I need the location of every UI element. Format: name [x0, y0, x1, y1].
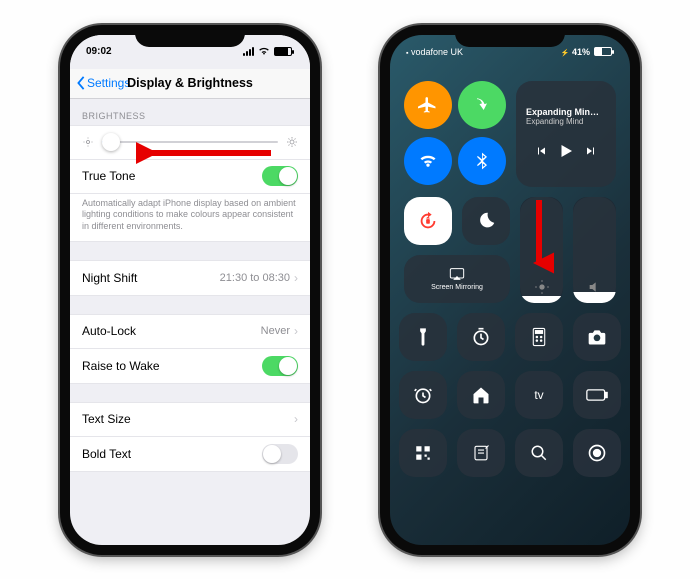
orientation-lock-button[interactable]: [404, 197, 452, 245]
home-button[interactable]: [457, 371, 505, 419]
airplane-mode-button[interactable]: [404, 81, 452, 129]
alarm-button[interactable]: [399, 371, 447, 419]
bold-text-switch[interactable]: [262, 444, 298, 464]
cellular-data-button[interactable]: [458, 81, 506, 129]
apple-tv-button[interactable]: tv: [515, 371, 563, 419]
calculator-button[interactable]: [515, 313, 563, 361]
settings-screen: 09:02 Settings Display & Brightness BRIG…: [70, 35, 310, 545]
night-shift-row[interactable]: Night Shift 21:30 to 08:30›: [70, 261, 310, 295]
true-tone-desc: Automatically adapt iPhone display based…: [70, 194, 310, 241]
prev-icon[interactable]: [535, 145, 547, 157]
phone-frame-control-center: ▪ vodafone UK ⚡ 41% Expanding Min… Expan…: [380, 25, 640, 555]
screen-mirror-label: Screen Mirroring: [431, 284, 483, 291]
media-tile[interactable]: Expanding Min… Expanding Mind: [516, 81, 616, 187]
brightness-slider[interactable]: [102, 132, 278, 152]
sun-bright-icon: [286, 136, 298, 148]
auto-lock-detail: Never›: [261, 324, 298, 338]
media-subtitle: Expanding Mind: [526, 117, 583, 127]
nav-bar: Settings Display & Brightness: [70, 69, 310, 99]
wifi-button[interactable]: [404, 137, 452, 185]
raise-to-wake-label: Raise to Wake: [82, 359, 160, 373]
sun-icon: [534, 279, 550, 295]
night-shift-detail: 21:30 to 08:30›: [220, 271, 298, 285]
text-size-label: Text Size: [82, 412, 131, 426]
night-shift-label: Night Shift: [82, 271, 137, 285]
qr-scan-button[interactable]: [399, 429, 447, 477]
flashlight-button[interactable]: [399, 313, 447, 361]
screen-record-button[interactable]: [573, 429, 621, 477]
bluetooth-button[interactable]: [458, 137, 506, 185]
screen-mirror-icon: [449, 267, 465, 281]
status-right: ⚡ 41%: [561, 47, 612, 57]
bold-text-label: Bold Text: [82, 447, 131, 461]
phone-frame-settings: 09:02 Settings Display & Brightness BRIG…: [60, 25, 320, 555]
true-tone-row: True Tone: [70, 160, 310, 194]
battery-icon: [274, 47, 292, 56]
text-size-row[interactable]: Text Size ›: [70, 403, 310, 437]
battery-icon: [594, 47, 612, 56]
carrier-label: vodafone UK: [411, 47, 463, 57]
status-time: 09:02: [86, 46, 112, 57]
battery-percent: ⚡ 41%: [561, 47, 590, 57]
slider-thumb[interactable]: [102, 133, 120, 151]
brightness-header: BRIGHTNESS: [70, 99, 310, 125]
brightness-group: True Tone Automatically adapt iPhone dis…: [70, 125, 310, 242]
connectivity-tile: [404, 81, 506, 187]
control-center-screen: ▪ vodafone UK ⚡ 41% Expanding Min… Expan…: [390, 35, 630, 545]
signal-icon: [243, 47, 254, 56]
chevron-right-icon: ›: [294, 271, 298, 285]
notes-button[interactable]: [457, 429, 505, 477]
notch: [455, 25, 565, 47]
bold-text-row: Bold Text: [70, 437, 310, 471]
media-title: Expanding Min…: [526, 107, 599, 117]
lock-group: Auto-Lock Never› Raise to Wake: [70, 314, 310, 384]
auto-lock-label: Auto-Lock: [82, 324, 136, 338]
text-group: Text Size › Bold Text: [70, 402, 310, 472]
notch: [135, 25, 245, 47]
volume-slider-cc[interactable]: [573, 197, 616, 303]
screen-mirroring-button[interactable]: Screen Mirroring: [404, 255, 510, 303]
control-center-body: Expanding Min… Expanding Mind: [390, 69, 630, 489]
raise-to-wake-row: Raise to Wake: [70, 349, 310, 383]
page-title: Display & Brightness: [70, 76, 310, 90]
do-not-disturb-button[interactable]: [462, 197, 510, 245]
night-shift-group: Night Shift 21:30 to 08:30›: [70, 260, 310, 296]
camera-button[interactable]: [573, 313, 621, 361]
chevron-right-icon: ›: [294, 412, 298, 426]
play-icon[interactable]: [557, 142, 575, 160]
true-tone-label: True Tone: [82, 169, 135, 183]
timer-button[interactable]: [457, 313, 505, 361]
speaker-icon: [587, 279, 603, 295]
sun-dim-icon: [82, 136, 94, 148]
wifi-icon: [258, 47, 270, 56]
next-icon[interactable]: [585, 145, 597, 157]
brightness-slider-cc[interactable]: [520, 197, 563, 303]
status-right: [243, 47, 292, 56]
low-power-button[interactable]: [573, 371, 621, 419]
magnifier-button[interactable]: [515, 429, 563, 477]
true-tone-switch[interactable]: [262, 166, 298, 186]
auto-lock-row[interactable]: Auto-Lock Never›: [70, 315, 310, 349]
brightness-slider-row: [70, 126, 310, 160]
raise-to-wake-switch[interactable]: [262, 356, 298, 376]
chevron-right-icon: ›: [294, 324, 298, 338]
